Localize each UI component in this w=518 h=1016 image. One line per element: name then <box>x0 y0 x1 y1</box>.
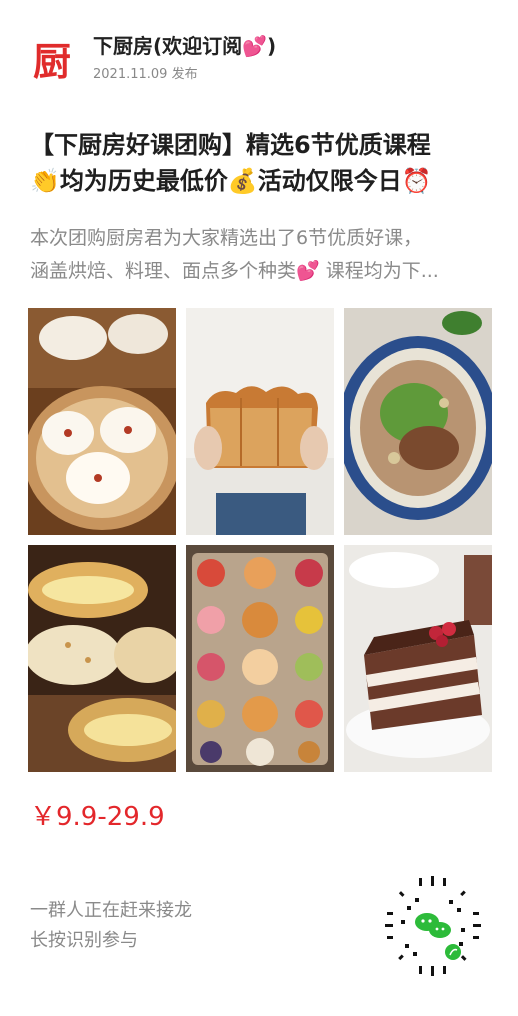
call-to-action: 一群人正在赶来接龙 长按识别参与 <box>30 896 192 956</box>
publish-date: 2021.11.09 发布 <box>93 67 198 82</box>
post-summary[interactable]: 本次团购厨房君为大家精选出了6节优质好课， 涵盖烘焙、料理、面点多个种类💕 课程… <box>30 222 492 288</box>
cta-line-1: 一群人正在赶来接龙 <box>30 900 192 921</box>
mini-program-code-icon[interactable] <box>373 866 493 986</box>
image-gallery <box>28 308 492 772</box>
post-header: 厨 下厨房(欢迎订阅💕) 2021.11.09 发布 <box>0 0 518 95</box>
price-range: ￥9.9-29.9 <box>30 802 165 832</box>
steamed-buns-image[interactable] <box>28 308 176 535</box>
post-title-line: 👏均为历史最低价💰活动仅限今日⏰ <box>30 167 432 195</box>
cta-line-2: 长按识别参与 <box>30 930 138 951</box>
chocolate-cake-image[interactable] <box>344 545 492 772</box>
beef-noodle-bowl-image[interactable] <box>344 308 492 535</box>
post-title[interactable]: 【下厨房好课团购】精选6节优质课程 👏均为历史最低价💰活动仅限今日⏰ <box>30 127 498 199</box>
bread-loaf-image[interactable] <box>186 308 334 535</box>
account-logo-icon[interactable]: 厨 <box>30 36 74 84</box>
pastry-tray-image[interactable] <box>186 545 334 772</box>
post-summary-line: 本次团购厨房君为大家精选出了6节优质好课， <box>30 227 423 249</box>
post-summary-line: 涵盖烘焙、料理、面点多个种类💕 课程均为下... <box>30 260 439 282</box>
post-title-line: 【下厨房好课团购】精选6节优质课程 <box>30 131 431 159</box>
account-name[interactable]: 下厨房(欢迎订阅💕) <box>93 30 276 59</box>
cream-buns-image[interactable] <box>28 545 176 772</box>
